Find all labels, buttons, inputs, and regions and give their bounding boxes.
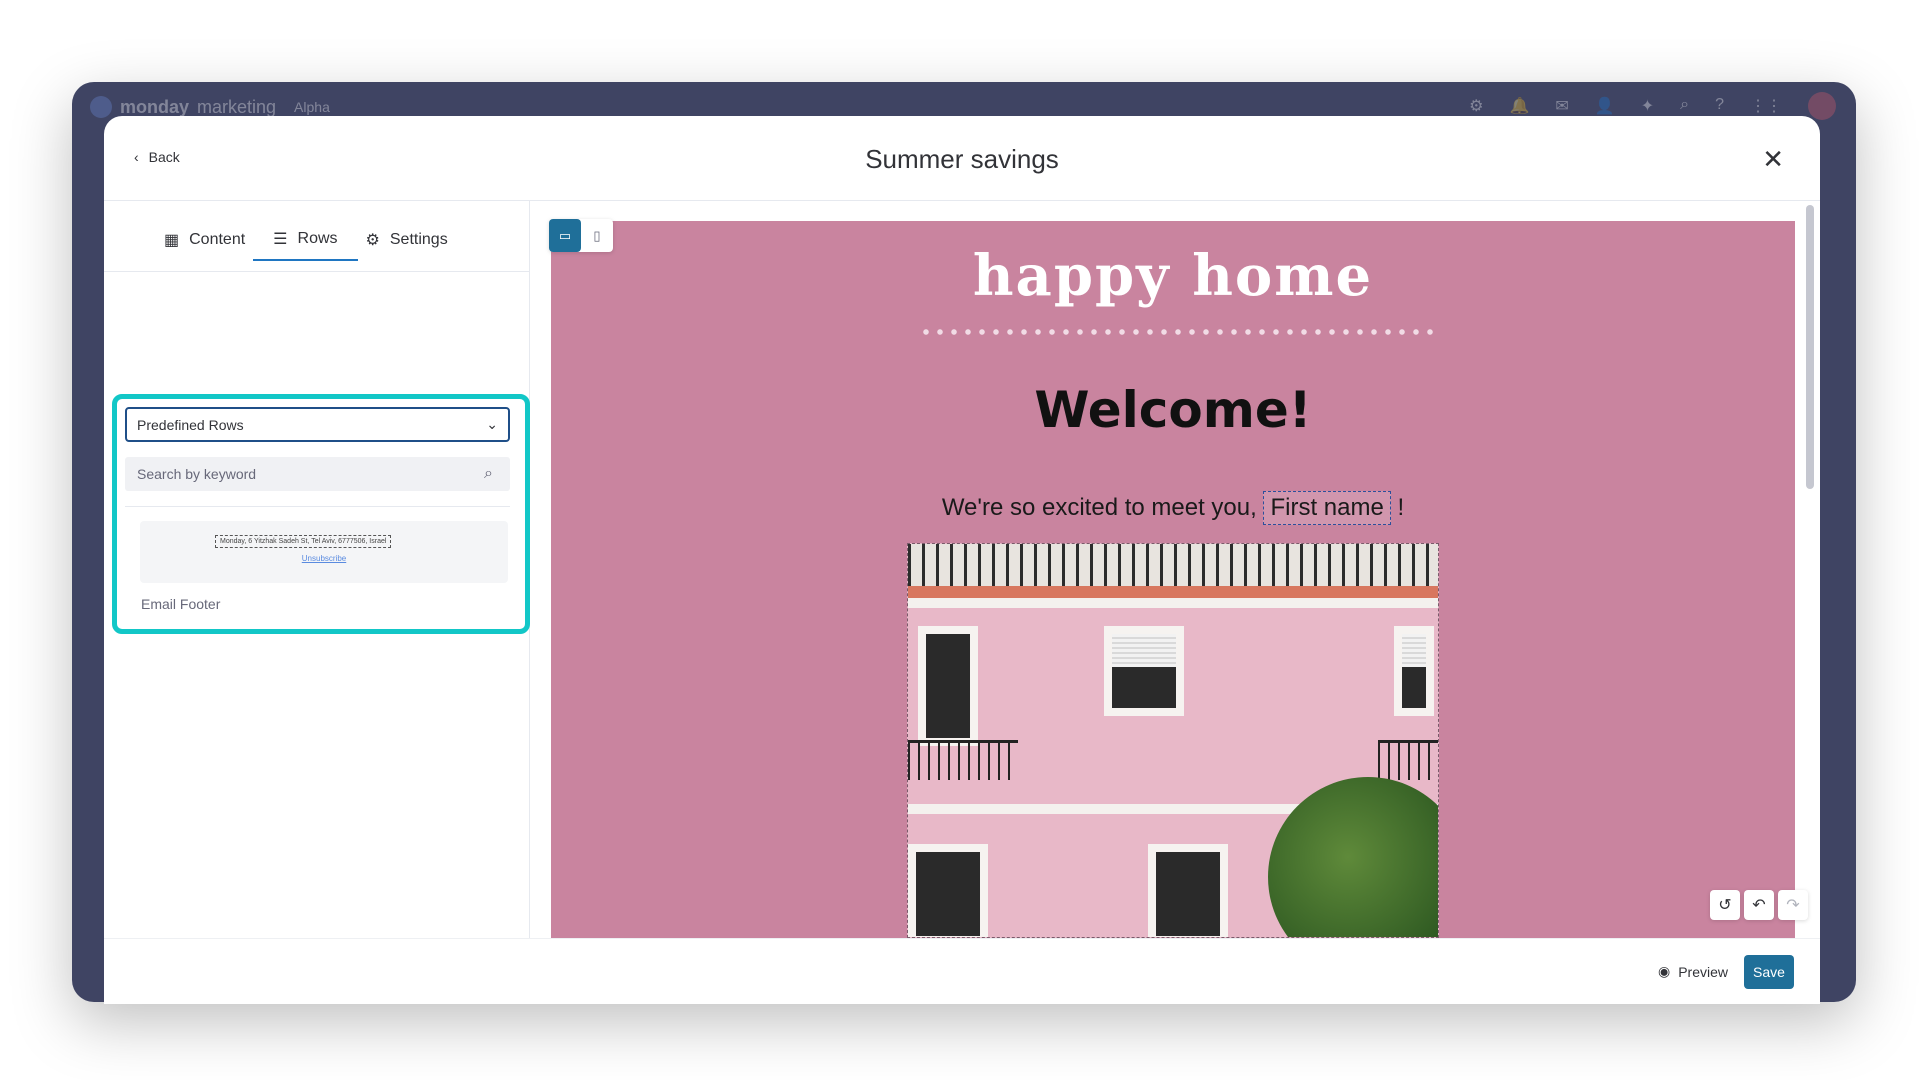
row-preview-unsubscribe: Unsubscribe: [301, 554, 347, 563]
image-roof: [908, 586, 1438, 598]
sidebar: ▦ Content ☰ Rows ⚙ Settings Predefined R…: [104, 201, 530, 938]
scrollbar-thumb[interactable]: [1806, 205, 1814, 489]
welcome-heading[interactable]: Welcome!: [551, 381, 1795, 439]
email-editor-modal: ‹ Back Summer savings ✕ ▦ Content ☰ Rows…: [104, 116, 1820, 1004]
hero-image[interactable]: [907, 543, 1439, 938]
close-icon: ✕: [1762, 144, 1784, 174]
page-title: Summer savings: [865, 144, 1059, 174]
image-ledge: [908, 598, 1438, 608]
mobile-view-button[interactable]: ▯: [581, 219, 613, 252]
device-toggle: ▭ ▯: [549, 219, 613, 252]
sidebar-tabs: ▦ Content ☰ Rows ⚙ Settings: [164, 229, 448, 261]
app-logo: monday marketing Alpha: [90, 96, 330, 118]
logo-product: marketing: [197, 96, 277, 117]
image-window: [918, 626, 978, 746]
email-body[interactable]: happy home Welcome! We're so excited to …: [551, 221, 1795, 938]
tab-rows-label: Rows: [297, 230, 338, 247]
tabs-divider: [104, 271, 530, 272]
desktop-icon: ▭: [558, 227, 572, 243]
tab-settings-label: Settings: [389, 231, 448, 248]
logo-tag: Alpha: [294, 99, 330, 115]
undo-button[interactable]: ↶: [1744, 890, 1774, 920]
modal-header: ‹ Back Summer savings ✕: [104, 116, 1820, 201]
history-button[interactable]: ↺: [1710, 890, 1740, 920]
chevron-down-icon: ⌄: [486, 416, 498, 432]
eye-icon: ◉: [1657, 963, 1671, 979]
save-button[interactable]: Save: [1744, 955, 1794, 989]
image-balcony: [908, 740, 1018, 780]
scrollbar[interactable]: [1806, 201, 1818, 938]
modal-footer: ◉ Preview Save: [104, 938, 1820, 1004]
rows-icon: ☰: [273, 231, 288, 248]
merge-tag-first-name[interactable]: First name: [1263, 491, 1391, 525]
history-icon: ↺: [1718, 897, 1732, 914]
tab-content[interactable]: ▦ Content: [164, 229, 245, 261]
tab-settings[interactable]: ⚙ Settings: [366, 229, 448, 261]
preview-label: Preview: [1678, 963, 1728, 980]
image-balcony: [1378, 740, 1438, 780]
image-window: [1104, 626, 1184, 716]
image-window: [908, 844, 988, 937]
email-canvas: ▭ ▯ happy home Welcome! We're so excited…: [531, 201, 1820, 938]
gear-icon: ⚙: [365, 232, 380, 249]
desktop-view-button[interactable]: ▭: [549, 219, 581, 252]
mobile-icon: ▯: [593, 227, 601, 243]
row-type-value: Predefined Rows: [137, 416, 244, 433]
image-railing: [908, 544, 1438, 586]
row-preview-card[interactable]: Monday, 6 Yitzhak Sadeh St, Tel Aviv, 67…: [140, 521, 508, 583]
greeting-end: !: [1397, 494, 1405, 521]
close-button[interactable]: ✕: [1762, 144, 1784, 175]
preview-button[interactable]: ◉ Preview: [1658, 963, 1728, 980]
tab-content-label: Content: [189, 231, 246, 248]
row-type-select[interactable]: Predefined Rows ⌄: [125, 407, 510, 442]
tab-rows[interactable]: ☰ Rows: [253, 229, 358, 261]
greeting-text[interactable]: We're so excited to meet you, First name…: [551, 491, 1795, 525]
history-controls: ↺ ↶ ↷: [1710, 890, 1808, 920]
grid-icon: ▦: [164, 232, 180, 249]
search-icon: ⌕: [484, 465, 493, 482]
divider: [125, 506, 510, 507]
image-window: [1394, 626, 1434, 716]
dotted-divider: [919, 329, 1439, 335]
redo-icon: ↷: [1786, 897, 1800, 914]
image-window: [1148, 844, 1228, 937]
greeting-lead: We're so excited to meet you,: [941, 494, 1257, 521]
logo-icon: [90, 96, 112, 118]
undo-icon: ↶: [1752, 897, 1766, 914]
redo-button[interactable]: ↷: [1778, 890, 1808, 920]
image-tree: [1268, 777, 1438, 937]
brand-logo: happy home: [972, 243, 1374, 309]
row-preview-address: Monday, 6 Yitzhak Sadeh St, Tel Aviv, 67…: [215, 535, 392, 548]
search-input[interactable]: [125, 457, 510, 491]
logo-brand: monday: [120, 96, 190, 117]
row-label: Email Footer: [141, 596, 221, 612]
